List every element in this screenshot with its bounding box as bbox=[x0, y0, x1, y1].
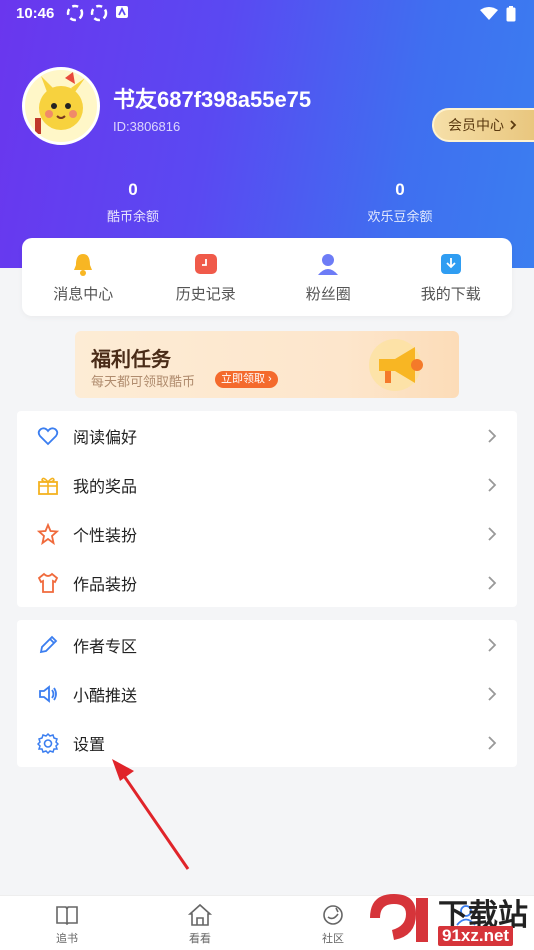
menu-item-my-prizes[interactable]: 我的奖品 bbox=[17, 460, 517, 509]
menu-item-label: 作者专区 bbox=[73, 638, 138, 656]
gear-icon bbox=[37, 732, 59, 754]
chevron-right-icon bbox=[510, 120, 517, 130]
banner-title: 福利任务 bbox=[91, 349, 171, 371]
megaphone-icon bbox=[369, 339, 423, 391]
quick-action-downloads[interactable]: 我的下载 bbox=[396, 251, 506, 304]
shirt-icon bbox=[37, 572, 59, 593]
menu-item-push[interactable]: 小酷推送 bbox=[17, 669, 517, 718]
bean-balance-value: 0 bbox=[395, 180, 405, 199]
nav-tab-label: 看看 bbox=[189, 933, 211, 945]
menu-item-label: 设置 bbox=[73, 736, 106, 754]
vip-center-label: 会员中心 bbox=[448, 117, 504, 133]
bean-balance[interactable]: 0 欢乐豆余额 bbox=[320, 180, 480, 225]
chevron-right-icon bbox=[488, 735, 497, 750]
nav-tab-label: 社区 bbox=[322, 933, 344, 945]
banner-claim-button[interactable]: 立即领取 › bbox=[215, 371, 278, 388]
quick-action-messages[interactable]: 消息中心 bbox=[28, 251, 138, 304]
chevron-right-icon bbox=[488, 526, 497, 541]
sync-icon bbox=[66, 4, 84, 22]
menu-group-misc: 作者专区 小酷推送 设置 bbox=[17, 620, 517, 767]
coin-balance[interactable]: 0 酷币余额 bbox=[53, 180, 213, 225]
user-id: ID:3806816 bbox=[113, 119, 181, 134]
avatar-image bbox=[35, 72, 85, 134]
community-icon bbox=[323, 905, 343, 925]
quick-actions: 消息中心 历史记录 粉丝圈 我的下载 bbox=[22, 238, 512, 316]
notification-icons bbox=[66, 4, 130, 22]
nav-tab-label: 追书 bbox=[56, 933, 78, 945]
quick-action-fans[interactable]: 粉丝圈 bbox=[273, 251, 383, 304]
quick-action-label: 历史记录 bbox=[175, 285, 236, 303]
fans-icon bbox=[318, 253, 339, 275]
bell-icon bbox=[74, 253, 93, 276]
book-icon bbox=[56, 906, 78, 926]
wifi-icon bbox=[480, 7, 498, 20]
chevron-right-icon bbox=[488, 637, 497, 652]
coin-balance-value: 0 bbox=[128, 180, 138, 199]
gift-icon bbox=[38, 477, 58, 495]
speaker-icon bbox=[39, 684, 57, 703]
quick-action-label: 粉丝圈 bbox=[305, 285, 351, 303]
pen-icon bbox=[39, 635, 58, 653]
battery-icon bbox=[506, 6, 516, 22]
nav-tab-community[interactable]: 社区 bbox=[293, 902, 373, 946]
download-icon bbox=[440, 253, 461, 274]
watermark-logo-icon bbox=[370, 894, 428, 942]
quick-action-history[interactable]: 历史记录 bbox=[151, 251, 261, 304]
system-icons bbox=[480, 6, 516, 22]
vip-center-button[interactable]: 会员中心 bbox=[432, 108, 534, 142]
chevron-right-icon bbox=[488, 477, 497, 492]
chevron-right-icon bbox=[488, 575, 497, 590]
nav-tab-bookshelf[interactable]: 追书 bbox=[27, 902, 107, 946]
menu-item-label: 阅读偏好 bbox=[73, 429, 138, 447]
banner-claim-label: 立即领取 bbox=[221, 373, 265, 385]
star-icon bbox=[37, 522, 59, 545]
menu-item-label: 小酷推送 bbox=[73, 687, 138, 705]
menu-item-reading-preference[interactable]: 阅读偏好 bbox=[17, 411, 517, 460]
annotation-arrow-icon bbox=[112, 759, 190, 870]
menu-item-label: 作品装扮 bbox=[73, 576, 138, 594]
chevron-right-icon bbox=[488, 686, 497, 701]
menu-item-author-zone[interactable]: 作者专区 bbox=[17, 620, 517, 669]
welfare-task-banner[interactable]: 福利任务 每天都可领取酷币 立即领取 › bbox=[75, 331, 459, 398]
quick-action-label: 消息中心 bbox=[53, 285, 114, 303]
banner-subtitle: 每天都可领取酷币 bbox=[91, 374, 196, 389]
status-bar: 10:46 bbox=[0, 0, 534, 28]
avatar[interactable] bbox=[22, 67, 100, 145]
history-icon bbox=[194, 253, 217, 274]
app-notification-icon bbox=[116, 6, 128, 18]
watermark-url: 91xz.net bbox=[438, 926, 514, 946]
status-time: 10:46 bbox=[16, 5, 55, 22]
menu-item-label: 我的奖品 bbox=[73, 478, 138, 496]
menu-item-work-dressup[interactable]: 作品装扮 bbox=[17, 558, 517, 607]
home-icon bbox=[187, 903, 213, 926]
coin-balance-label: 酷币余额 bbox=[106, 209, 159, 224]
menu-item-label: 个性装扮 bbox=[73, 527, 138, 545]
username: 书友687f398a55e75 bbox=[113, 87, 312, 112]
menu-item-settings[interactable]: 设置 bbox=[17, 718, 517, 767]
sync-icon bbox=[90, 4, 108, 22]
menu-item-personal-dressup[interactable]: 个性装扮 bbox=[17, 509, 517, 558]
quick-action-label: 我的下载 bbox=[420, 285, 481, 303]
nav-tab-browse[interactable]: 看看 bbox=[160, 902, 240, 946]
bean-balance-label: 欢乐豆余额 bbox=[367, 209, 433, 224]
heart-icon bbox=[37, 426, 59, 445]
chevron-right-icon bbox=[488, 428, 497, 443]
menu-group-preferences: 阅读偏好 我的奖品 个性装扮 作品装扮 bbox=[17, 411, 517, 607]
